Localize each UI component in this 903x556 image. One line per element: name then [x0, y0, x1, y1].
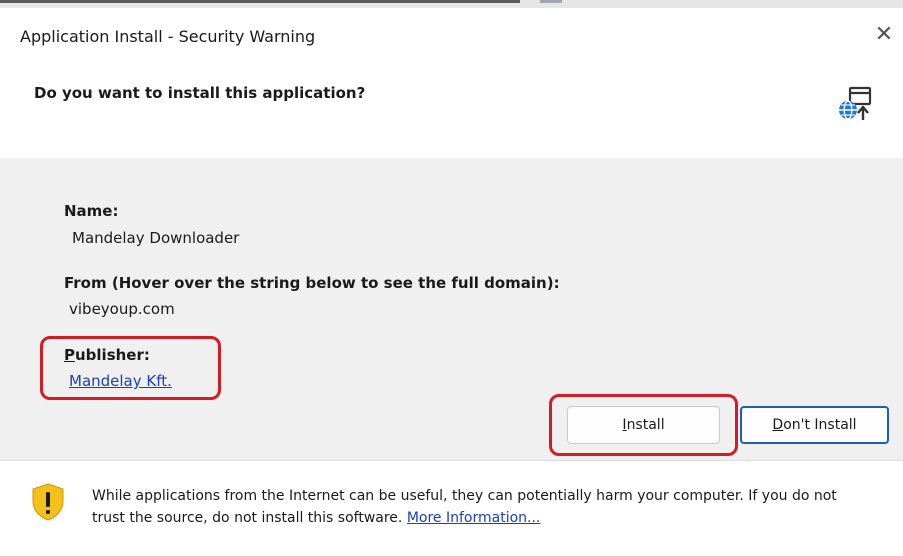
- close-icon[interactable]: ✕: [871, 22, 897, 48]
- warning-message: While applications from the Internet can…: [92, 485, 872, 529]
- warning-footer: While applications from the Internet can…: [0, 460, 903, 556]
- details-panel: Name: Mandelay Downloader From (Hover ov…: [0, 158, 903, 460]
- dialog-header: Do you want to install this application?: [0, 64, 903, 158]
- from-value[interactable]: vibeyoup.com: [69, 300, 175, 318]
- background-strip-accent: [540, 0, 562, 3]
- publisher-label-rest: ublisher:: [75, 346, 150, 364]
- dont-install-accesskey: D: [772, 417, 784, 433]
- publisher-link[interactable]: Mandelay Kft.: [69, 372, 172, 390]
- dont-install-button[interactable]: Don't Install: [740, 406, 889, 444]
- from-label: From (Hover over the string below to see…: [64, 274, 560, 292]
- publisher-label: Publisher:: [64, 346, 150, 364]
- more-information-link[interactable]: More Information...: [407, 510, 541, 526]
- name-label: Name:: [64, 202, 119, 220]
- publisher-label-accesskey: P: [64, 346, 75, 364]
- install-button[interactable]: Install: [567, 406, 720, 444]
- dont-install-label-rest: on't Install: [783, 417, 857, 433]
- install-label-rest: nstall: [626, 417, 665, 433]
- globe-install-icon: [839, 86, 872, 120]
- name-value: Mandelay Downloader: [72, 229, 240, 247]
- background-strip: [0, 0, 903, 8]
- window-title: Application Install - Security Warning: [20, 27, 316, 46]
- install-question: Do you want to install this application?: [34, 84, 366, 102]
- shield-warning-icon: [32, 483, 64, 521]
- title-bar: Application Install - Security Warning ✕: [0, 8, 903, 64]
- security-warning-dialog: Application Install - Security Warning ✕…: [0, 8, 903, 556]
- background-strip-dark: [0, 0, 520, 3]
